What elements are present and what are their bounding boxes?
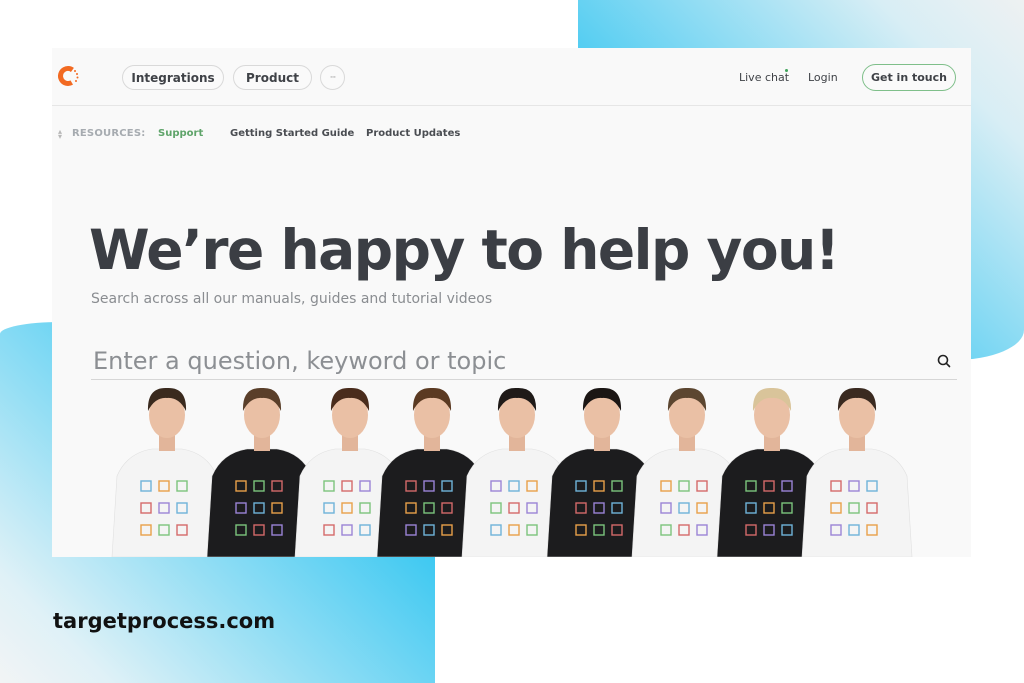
website-screenshot-panel: Integrations Product ··· Live chat Login… — [52, 48, 971, 557]
targetprocess-logo-icon[interactable] — [57, 64, 81, 88]
resources-label: RESOURCES: — [72, 128, 146, 139]
more-icon: ··· — [329, 72, 337, 83]
site-label: targetprocess.com — [53, 609, 276, 633]
team-member — [111, 387, 223, 557]
product-button[interactable]: Product — [233, 65, 312, 90]
get-in-touch-button[interactable]: Get in touch — [862, 64, 956, 91]
resources-link-product-updates[interactable]: Product Updates — [366, 128, 460, 139]
top-navigation-bar: Integrations Product ··· Live chat Login… — [52, 48, 971, 106]
search-bar — [91, 343, 957, 380]
live-chat-link[interactable]: Live chat — [739, 48, 789, 106]
team-photo — [111, 387, 913, 557]
hero-title: We’re happy to help you! — [89, 218, 840, 282]
live-chat-status-dot-icon — [785, 69, 788, 72]
login-link[interactable]: Login — [808, 48, 838, 106]
get-in-touch-label: Get in touch — [870, 71, 947, 84]
integrations-button[interactable]: Integrations — [122, 65, 224, 90]
hero-subtitle: Search across all our manuals, guides an… — [91, 291, 493, 307]
search-input[interactable] — [91, 343, 921, 379]
live-chat-label: Live chat — [739, 70, 790, 84]
chevron-updown-icon[interactable]: ▴ ▾ — [58, 128, 66, 141]
search-icon[interactable] — [937, 354, 951, 368]
integrations-label: Integrations — [131, 70, 215, 85]
resources-bar: ▴ ▾ RESOURCES: Support Getting Started Gu… — [52, 106, 971, 162]
more-menu-button[interactable]: ··· — [320, 65, 345, 90]
resources-link-getting-started-guide[interactable]: Getting Started Guide — [230, 128, 354, 139]
login-label: Login — [808, 70, 838, 84]
product-label: Product — [246, 70, 299, 85]
resources-link-support[interactable]: Support — [158, 128, 203, 139]
team-member — [801, 387, 913, 557]
